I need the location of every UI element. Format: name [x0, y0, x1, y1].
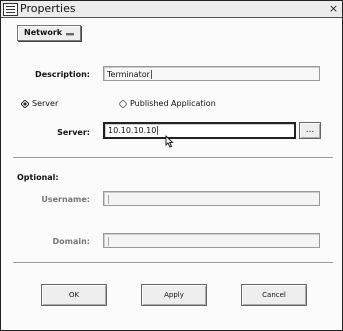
radio-server-label: Server: [32, 99, 59, 108]
apply-button[interactable]: Apply: [141, 284, 207, 306]
cancel-button[interactable]: Cancel: [241, 284, 307, 306]
category-dropdown-value: Network: [24, 28, 63, 37]
mouse-cursor-icon: [165, 135, 174, 148]
ok-button[interactable]: OK: [41, 284, 107, 306]
close-icon[interactable]: ×: [327, 2, 340, 15]
title-bar[interactable]: Properties ×: [1, 1, 342, 18]
domain-field[interactable]: [103, 233, 320, 248]
window-menu-icon[interactable]: [3, 3, 18, 16]
radio-published-app[interactable]: Published Application: [118, 98, 216, 109]
radio-published-app-label: Published Application: [130, 99, 216, 108]
chevron-down-icon: [66, 33, 74, 36]
username-field[interactable]: [103, 191, 320, 206]
window-title: Properties: [20, 2, 76, 15]
radio-icon: [20, 98, 30, 109]
radio-icon: [118, 98, 128, 109]
divider: [13, 157, 333, 159]
description-value: Terminator: [107, 70, 150, 79]
username-label: Username:: [41, 195, 90, 204]
description-field[interactable]: Terminator: [103, 66, 320, 81]
text-caret: [108, 237, 109, 246]
domain-label: Domain:: [52, 237, 90, 246]
server-label: Server:: [57, 128, 90, 137]
browse-button[interactable]: ...: [299, 122, 321, 139]
optional-section-label: Optional:: [17, 173, 59, 182]
server-value: 10.10.10.10: [108, 126, 157, 135]
text-caret: [150, 70, 152, 79]
divider: [13, 262, 333, 264]
properties-window: Properties × Network Description: Termin…: [0, 0, 343, 331]
category-dropdown[interactable]: Network: [17, 25, 81, 41]
radio-server[interactable]: Server: [20, 98, 59, 109]
description-label: Description:: [35, 70, 90, 79]
text-caret: [108, 195, 109, 204]
server-field[interactable]: 10.10.10.10: [103, 122, 296, 139]
text-caret: [157, 126, 159, 135]
